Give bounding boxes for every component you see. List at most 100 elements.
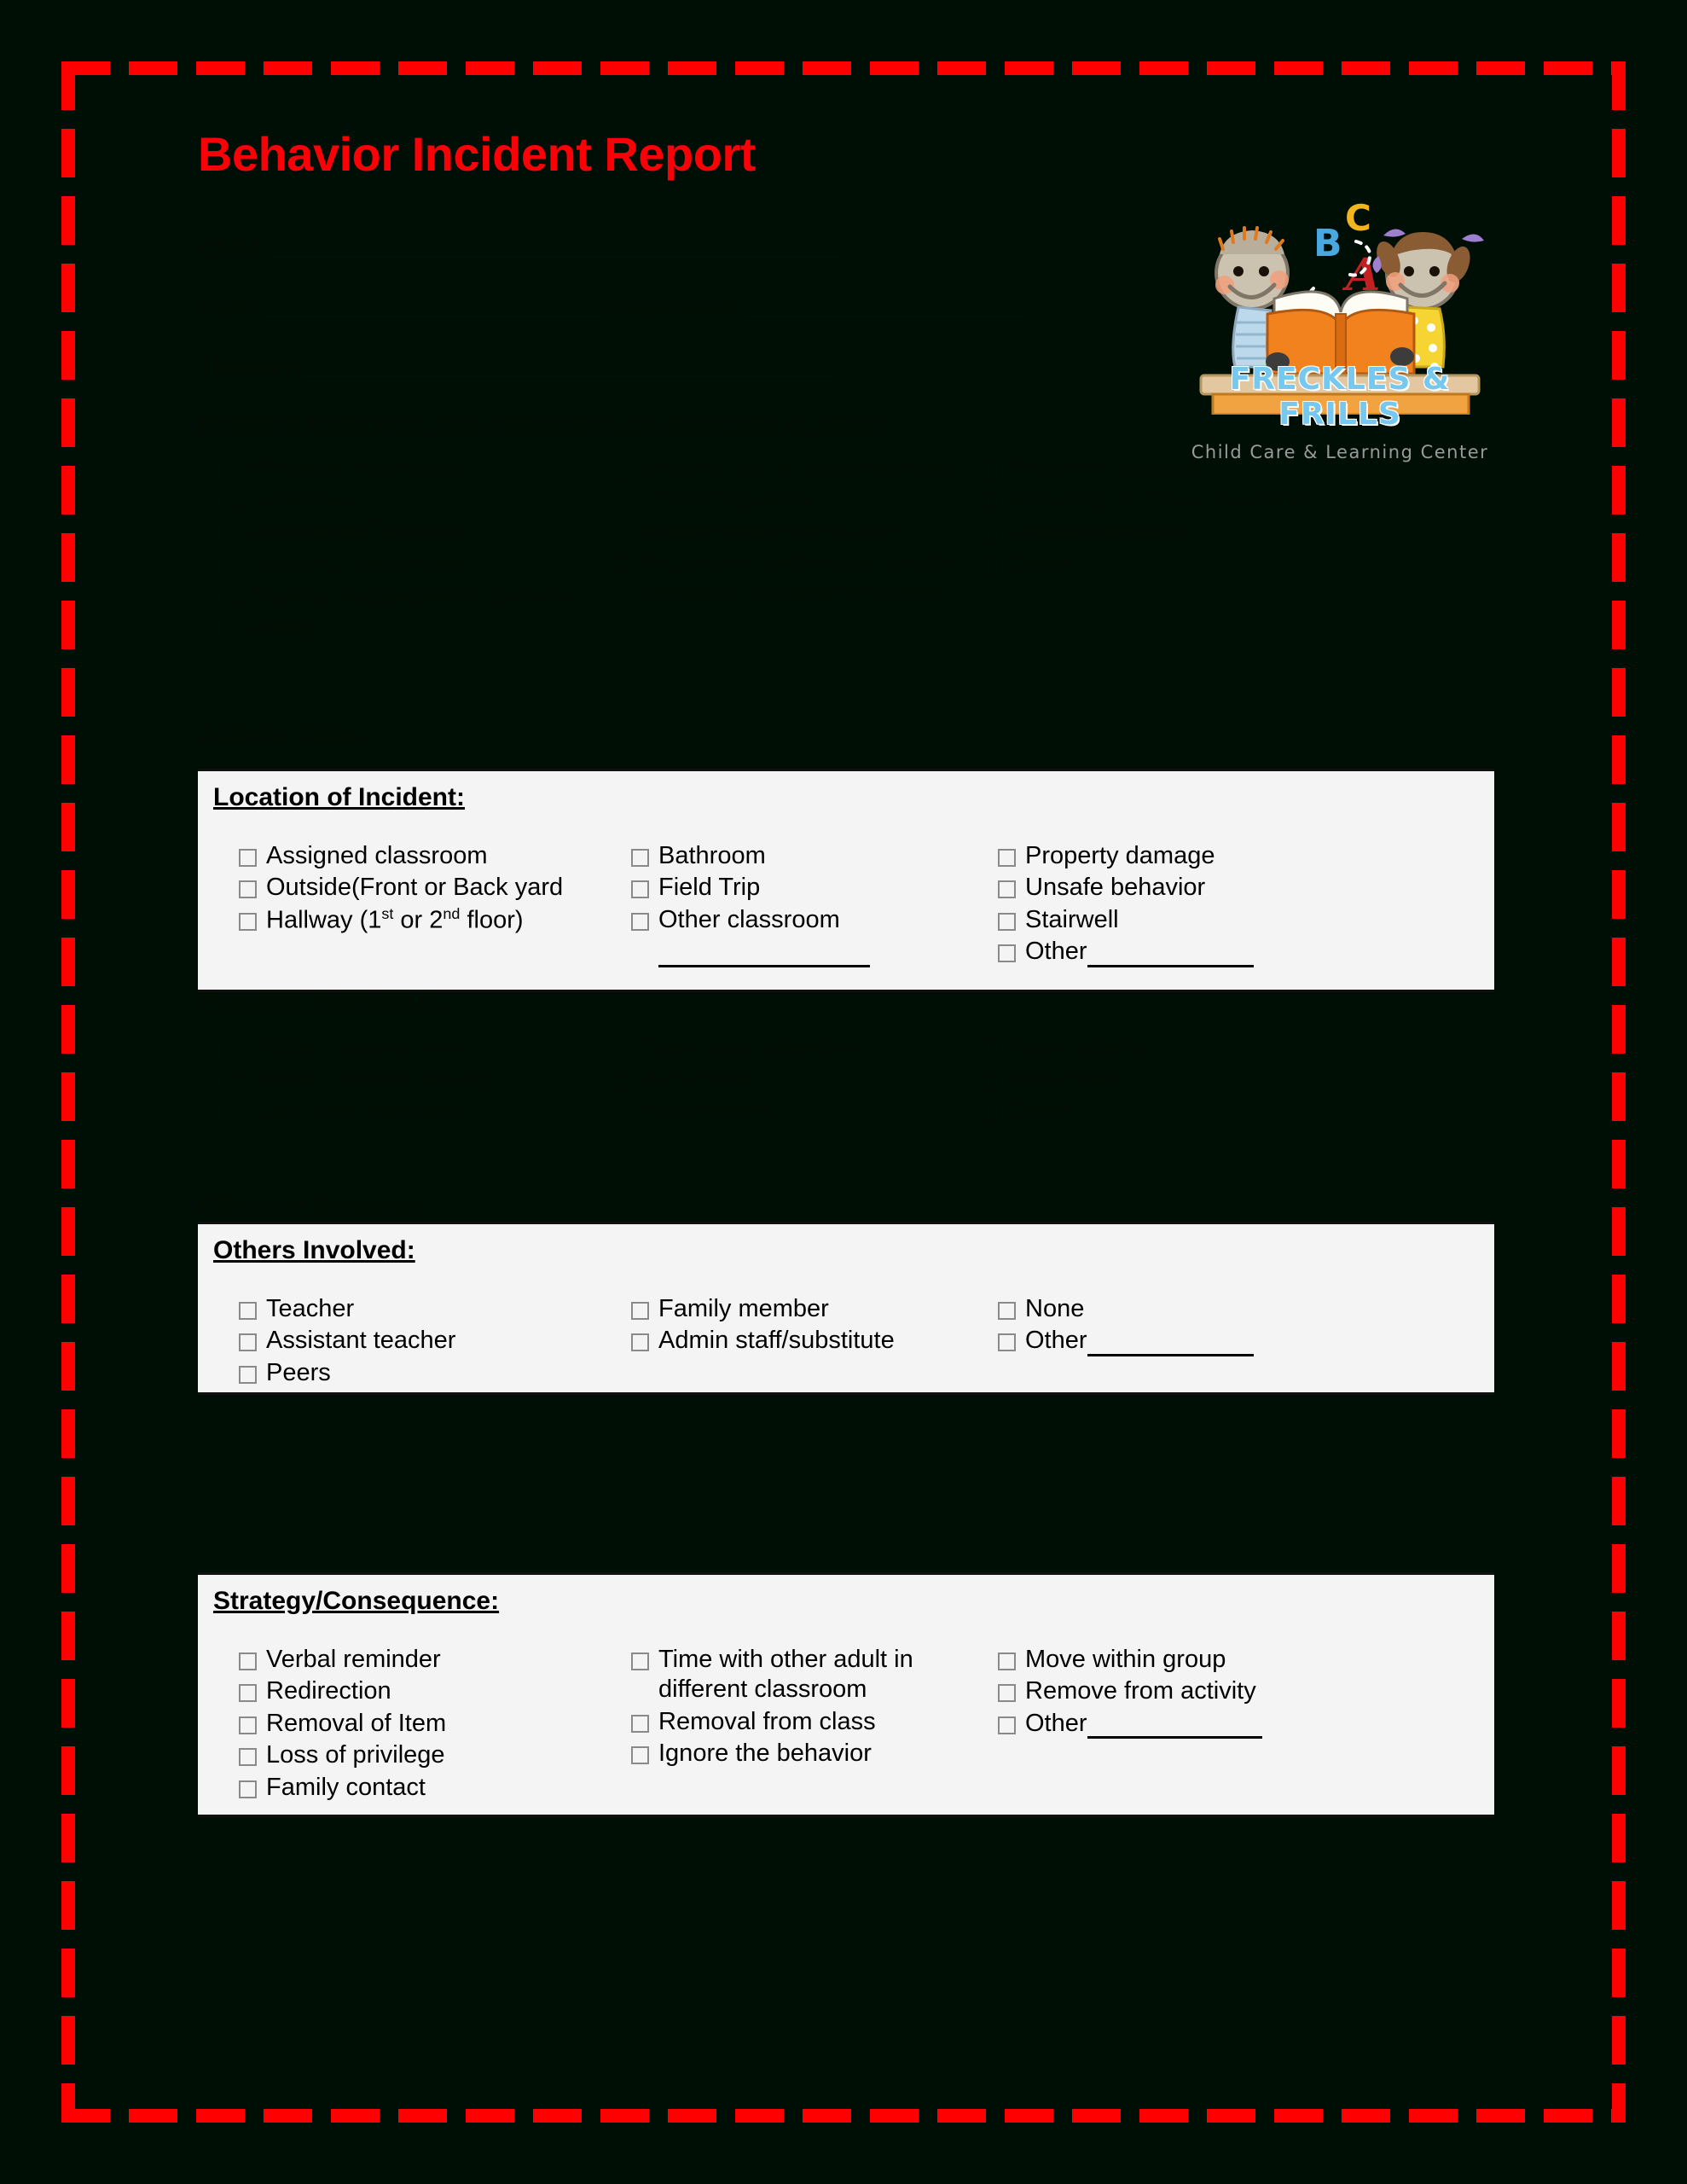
list-item[interactable]: Unsafe behavior bbox=[957, 517, 1494, 549]
list-item[interactable]: Peers bbox=[213, 1358, 606, 1390]
checkbox-icon[interactable] bbox=[631, 1653, 649, 1670]
list-item[interactable]: Bullying classmates bbox=[198, 549, 590, 581]
checkbox-icon[interactable] bbox=[239, 1333, 257, 1352]
checkbox-icon[interactable] bbox=[239, 880, 257, 899]
checkbox-icon[interactable] bbox=[223, 556, 241, 575]
checkbox-icon[interactable] bbox=[239, 1365, 257, 1384]
checkbox-icon[interactable] bbox=[998, 1653, 1016, 1670]
checkbox-icon[interactable] bbox=[239, 1716, 257, 1734]
checkbox-icon[interactable] bbox=[223, 1104, 241, 1123]
list-item[interactable]: Outside(Front or Back yard bbox=[213, 873, 606, 904]
list-item[interactable]: Family contact bbox=[213, 1773, 606, 1804]
checkbox-icon[interactable] bbox=[998, 1302, 1016, 1320]
list-item[interactable]: Excessive and inappropriate attention-se… bbox=[590, 548, 957, 610]
list-item[interactable]: Other bbox=[972, 937, 1510, 968]
list-item[interactable]: Field Trip bbox=[606, 873, 972, 904]
checkbox-icon[interactable] bbox=[239, 1748, 257, 1767]
checkbox-icon[interactable] bbox=[631, 1746, 649, 1765]
checkbox-icon[interactable] bbox=[998, 880, 1016, 899]
checkbox-icon[interactable] bbox=[631, 912, 649, 931]
location-col2-blank-line[interactable] bbox=[658, 964, 870, 967]
checkbox-icon[interactable] bbox=[223, 589, 241, 607]
list-item[interactable]: Not known bbox=[957, 1065, 1494, 1096]
checkbox-icon[interactable] bbox=[631, 1302, 649, 1320]
teacher-field-line[interactable] bbox=[302, 375, 836, 377]
list-item[interactable]: Making inappropriate gestures bbox=[198, 581, 590, 613]
list-item[interactable]: Unsafe behavior bbox=[972, 873, 1510, 904]
checkbox-icon[interactable] bbox=[631, 1333, 649, 1352]
checkbox-icon[interactable] bbox=[983, 1104, 1000, 1123]
checkbox-icon[interactable] bbox=[983, 1072, 1000, 1091]
list-item[interactable]: Gain adult attention bbox=[590, 1033, 957, 1065]
list-item[interactable]: Hallway (1st or 2nd floor) bbox=[213, 905, 606, 938]
list-item[interactable]: Other bbox=[957, 549, 1494, 581]
child-field-line[interactable] bbox=[270, 255, 842, 258]
classroom-field-line[interactable] bbox=[745, 315, 1028, 317]
checkbox-icon[interactable] bbox=[998, 1716, 1016, 1734]
checkbox-icon[interactable] bbox=[998, 1333, 1016, 1352]
list-item[interactable]: Physical Aggression bbox=[198, 454, 590, 485]
others-other-line[interactable] bbox=[1087, 1353, 1254, 1356]
list-item[interactable]: Removal of Item bbox=[213, 1709, 606, 1740]
list-item[interactable]: Family member bbox=[606, 1294, 972, 1326]
list-item[interactable]: Refusing to follow directions bbox=[957, 485, 1494, 517]
checkbox-icon[interactable] bbox=[239, 912, 257, 931]
list-item[interactable]: Removal from class bbox=[606, 1707, 972, 1739]
strategy-other-line[interactable] bbox=[1087, 1736, 1262, 1740]
checkbox-icon[interactable] bbox=[983, 1040, 1000, 1059]
checkbox-icon[interactable] bbox=[998, 944, 1016, 963]
list-item[interactable]: Loss of privilege bbox=[213, 1740, 606, 1772]
checkbox-icon[interactable] bbox=[983, 525, 1000, 543]
checkbox-icon[interactable] bbox=[223, 1040, 241, 1059]
problem-behavior-other-line[interactable] bbox=[1071, 578, 1255, 580]
checkbox-icon[interactable] bbox=[223, 620, 241, 639]
list-item[interactable]: Ignore the behavior bbox=[606, 1739, 972, 1770]
list-item[interactable]: Self-Injury bbox=[198, 485, 590, 517]
list-item[interactable]: Admin staff/substitute bbox=[606, 1326, 972, 1357]
list-item[interactable]: Redirection bbox=[213, 1676, 606, 1708]
list-item[interactable]: Disruption/Tantrums bbox=[198, 517, 590, 549]
checkbox-icon[interactable] bbox=[631, 880, 649, 899]
list-item[interactable]: Remove from activity bbox=[972, 1676, 1510, 1708]
list-item[interactable]: Assigned classroom bbox=[213, 841, 606, 873]
list-item[interactable]: Stairwell bbox=[972, 905, 1510, 937]
date-field-line[interactable] bbox=[262, 315, 606, 317]
list-item[interactable]: Assistant teacher bbox=[213, 1326, 606, 1357]
checkbox-icon[interactable] bbox=[983, 461, 1000, 479]
checkbox-icon[interactable] bbox=[223, 492, 241, 511]
checkbox-icon[interactable] bbox=[998, 912, 1016, 931]
checkbox-icon[interactable] bbox=[983, 556, 1000, 575]
list-item[interactable]: Obtain desired item bbox=[198, 1033, 590, 1065]
list-item[interactable]: Verbal reminder bbox=[213, 1645, 606, 1676]
list-item[interactable]: Inappropriate language bbox=[590, 515, 957, 547]
checkbox-icon[interactable] bbox=[616, 1040, 634, 1059]
list-item[interactable]: Avoid task bbox=[590, 1065, 957, 1096]
checkbox-icon[interactable] bbox=[239, 849, 257, 867]
checkbox-icon[interactable] bbox=[616, 523, 634, 542]
list-item[interactable]: Teacher bbox=[213, 1294, 606, 1326]
checkbox-icon[interactable] bbox=[616, 1104, 634, 1123]
list-item[interactable]: Biting bbox=[198, 613, 590, 644]
list-item[interactable]: Avoid peers bbox=[590, 1096, 957, 1128]
list-item[interactable]: Other bbox=[972, 1326, 1510, 1357]
list-item[interactable]: Other classroom bbox=[606, 905, 972, 937]
checkbox-icon[interactable] bbox=[983, 492, 1000, 511]
checkbox-icon[interactable] bbox=[631, 1714, 649, 1733]
checkbox-icon[interactable] bbox=[616, 461, 634, 479]
list-item[interactable]: Move within group bbox=[972, 1645, 1510, 1676]
checkbox-icon[interactable] bbox=[223, 1072, 241, 1091]
checkbox-icon[interactable] bbox=[239, 1302, 257, 1320]
list-item[interactable]: Bathroom bbox=[606, 841, 972, 873]
checkbox-icon[interactable] bbox=[616, 555, 634, 573]
checkbox-icon[interactable] bbox=[616, 1072, 634, 1091]
checkbox-icon[interactable] bbox=[239, 1684, 257, 1703]
list-item[interactable]: None bbox=[972, 1294, 1510, 1326]
list-item[interactable]: Avoid adults bbox=[957, 1033, 1494, 1065]
checkbox-icon[interactable] bbox=[998, 1684, 1016, 1703]
checkbox-icon[interactable] bbox=[998, 849, 1016, 867]
checkbox-icon[interactable] bbox=[223, 461, 241, 479]
checkbox-icon[interactable] bbox=[239, 1653, 257, 1670]
checkbox-icon[interactable] bbox=[631, 849, 649, 867]
motivation-other-line[interactable] bbox=[1071, 1124, 1243, 1127]
checkbox-icon[interactable] bbox=[239, 1780, 257, 1798]
